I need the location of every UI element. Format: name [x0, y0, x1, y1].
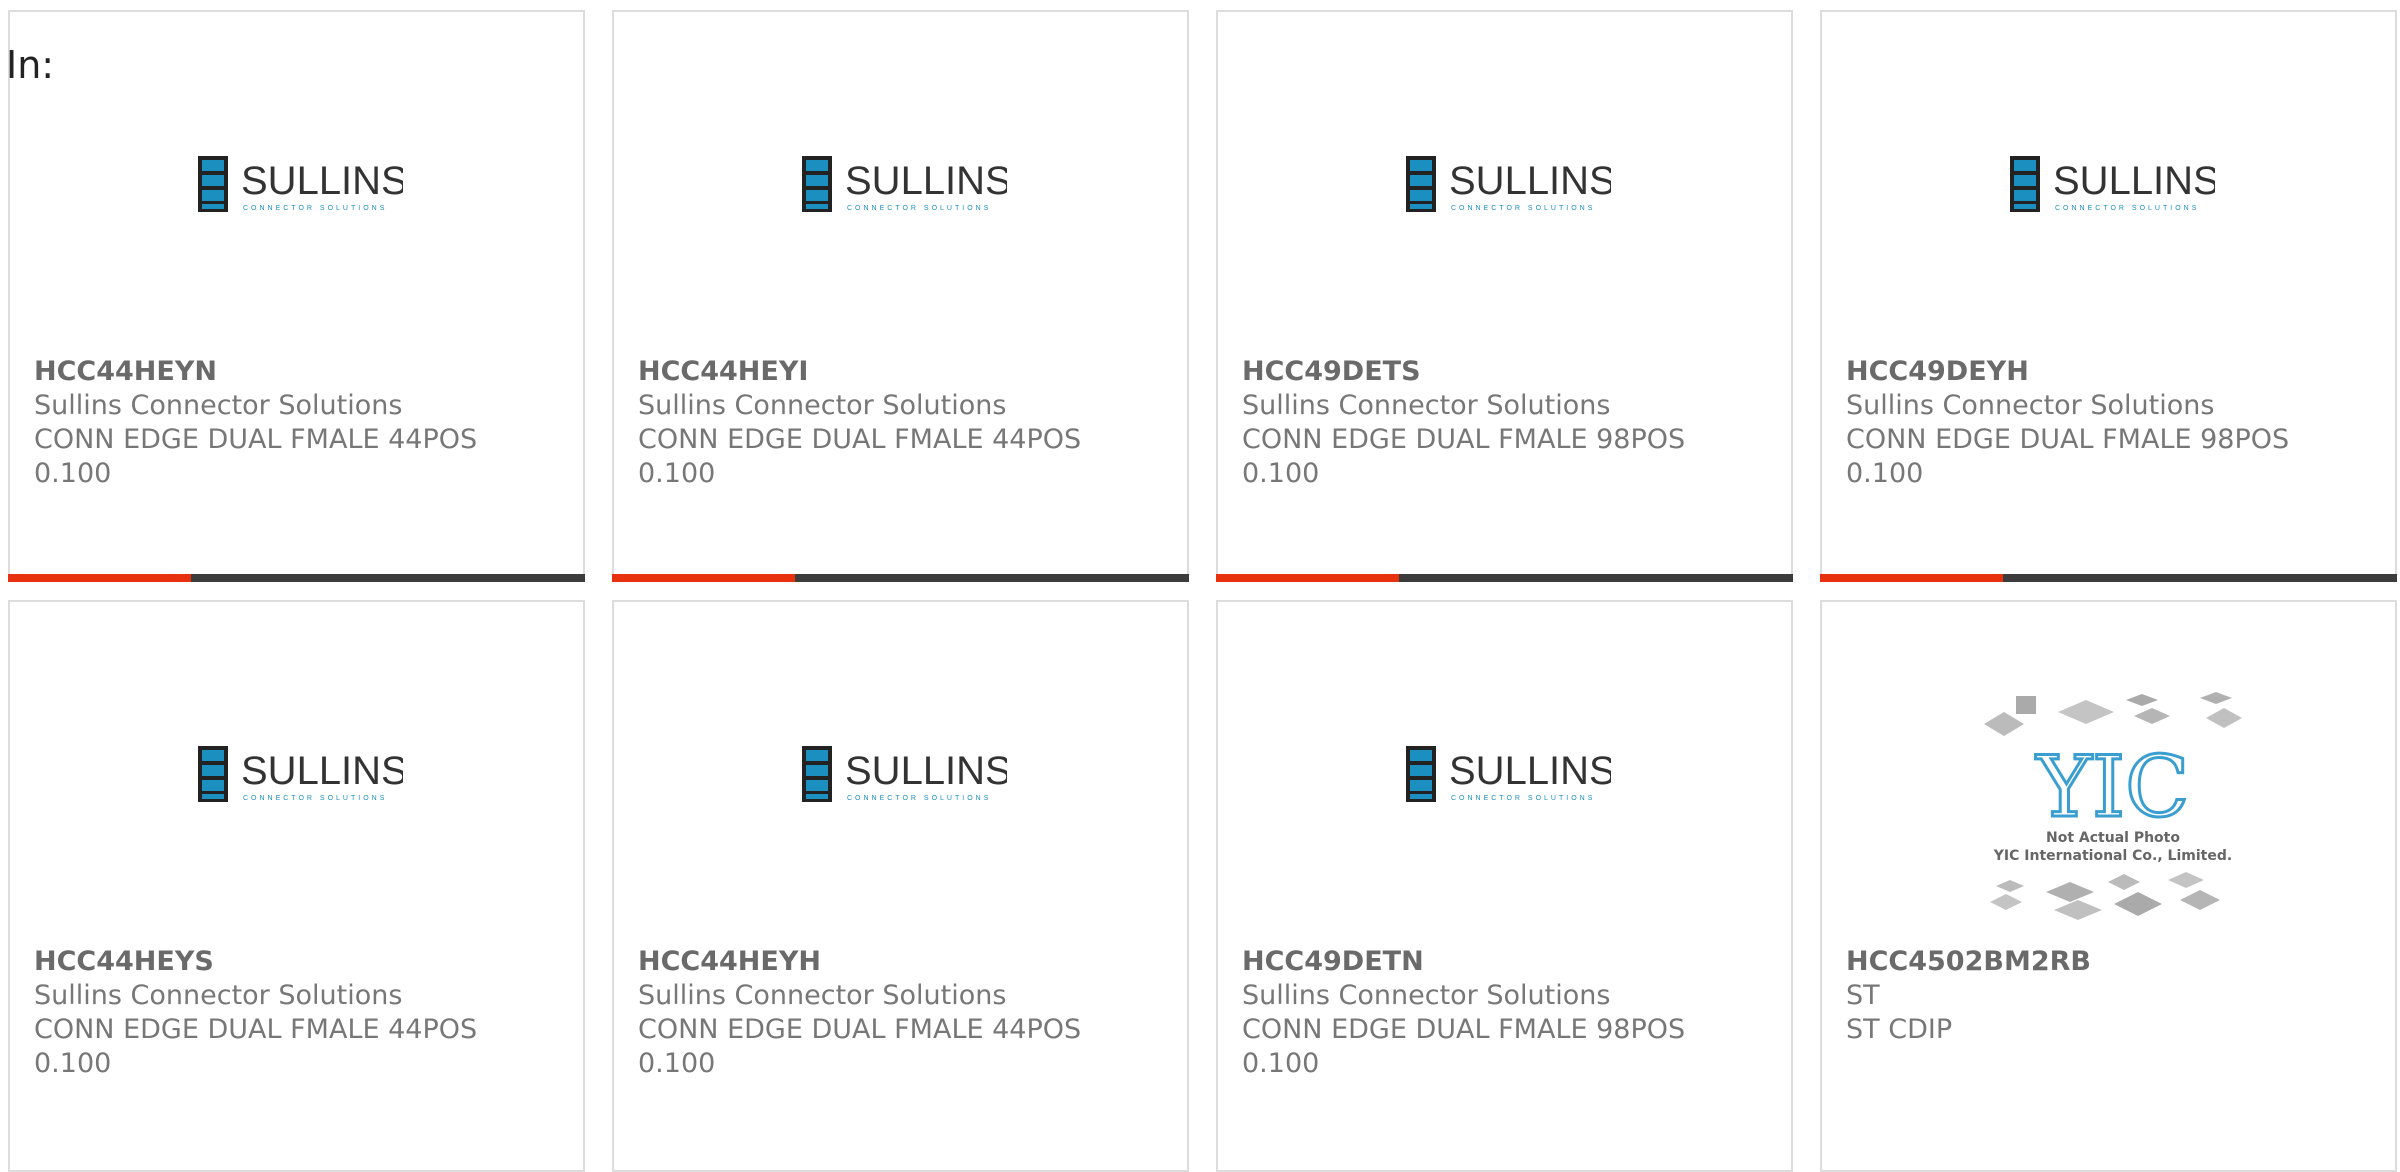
product-card[interactable]: SULLINS CONNECTOR SOLUTIONS HCC44HEYS Su… — [8, 600, 585, 1172]
manufacturer: Sullins Connector Solutions — [638, 980, 1007, 1011]
product-card[interactable]: SULLINS CONNECTOR SOLUTIONS HCC49DETN Su… — [1216, 600, 1793, 1172]
card-bar — [1216, 574, 1793, 582]
manufacturer: Sullins Connector Solutions — [34, 390, 403, 421]
part-number[interactable]: HCC49DETS — [1242, 355, 1775, 389]
product-card[interactable]: SULLINS CONNECTOR SOLUTIONS HCC49DETS Su… — [1216, 10, 1793, 582]
description: 0.100 — [34, 1048, 112, 1079]
sullins-logo: SULLINS CONNECTOR SOLUTIONS — [802, 746, 1007, 802]
svg-text:SULLINS: SULLINS — [845, 159, 1007, 203]
svg-text:CONNECTOR SOLUTIONS: CONNECTOR SOLUTIONS — [243, 205, 387, 212]
svg-text:SULLINS: SULLINS — [2053, 159, 2215, 203]
svg-text:YIC International Co., Limited: YIC International Co., Limited. — [1993, 848, 2232, 864]
description: 0.100 — [34, 458, 112, 489]
manufacturer: Sullins Connector Solutions — [1242, 980, 1611, 1011]
svg-text:SULLINS: SULLINS — [241, 159, 403, 203]
svg-text:CONNECTOR SOLUTIONS: CONNECTOR SOLUTIONS — [2055, 205, 2199, 212]
svg-text:CONNECTOR SOLUTIONS: CONNECTOR SOLUTIONS — [1451, 205, 1595, 212]
product-card[interactable]: SULLINS CONNECTOR SOLUTIONS HCC44HEYN Su… — [8, 10, 585, 582]
svg-text:CONNECTOR SOLUTIONS: CONNECTOR SOLUTIONS — [1451, 795, 1595, 802]
yic-placeholder-image: YIC Not Actual Photo YIC International C… — [1984, 692, 2242, 920]
card-bar-accent — [612, 574, 795, 582]
product-card[interactable]: SULLINS CONNECTOR SOLUTIONS HCC44HEYH Su… — [612, 600, 1189, 1172]
svg-text:SULLINS: SULLINS — [241, 749, 403, 793]
description: 0.100 — [638, 1048, 716, 1079]
description: CONN EDGE DUAL FMALE 44POS — [34, 424, 478, 455]
description: 0.100 — [1846, 458, 1924, 489]
description: CONN EDGE DUAL FMALE 44POS — [638, 424, 1082, 455]
sullins-logo: SULLINS CONNECTOR SOLUTIONS — [1406, 156, 1611, 212]
svg-text:CONNECTOR SOLUTIONS: CONNECTOR SOLUTIONS — [847, 205, 991, 212]
svg-text:SULLINS: SULLINS — [1449, 749, 1611, 793]
part-number[interactable]: HCC44HEYN — [34, 355, 567, 389]
manufacturer: Sullins Connector Solutions — [34, 980, 403, 1011]
svg-text:CONNECTOR SOLUTIONS: CONNECTOR SOLUTIONS — [847, 795, 991, 802]
card-bar — [8, 574, 585, 582]
description: CONN EDGE DUAL FMALE 98POS — [1242, 424, 1686, 455]
card-bar-accent — [1820, 574, 2003, 582]
manufacturer: Sullins Connector Solutions — [1242, 390, 1611, 421]
svg-text:CONNECTOR SOLUTIONS: CONNECTOR SOLUTIONS — [243, 795, 387, 802]
product-card[interactable]: SULLINS CONNECTOR SOLUTIONS HCC44HEYI Su… — [612, 10, 1189, 582]
product-card[interactable]: YIC Not Actual Photo YIC International C… — [1820, 600, 2397, 1172]
card-bar — [1820, 574, 2397, 582]
svg-text:SULLINS: SULLINS — [1449, 159, 1611, 203]
card-bar-accent — [8, 574, 191, 582]
svg-text:Not Actual Photo: Not Actual Photo — [2046, 830, 2180, 846]
manufacturer: Sullins Connector Solutions — [1846, 390, 2215, 421]
in-label: In: — [6, 43, 55, 87]
description: ST CDIP — [1846, 1014, 1953, 1045]
description: CONN EDGE DUAL FMALE 98POS — [1242, 1014, 1686, 1045]
description: CONN EDGE DUAL FMALE 98POS — [1846, 424, 2290, 455]
manufacturer: Sullins Connector Solutions — [638, 390, 1007, 421]
svg-text:YIC: YIC — [2036, 738, 2190, 836]
description: 0.100 — [1242, 1048, 1320, 1079]
part-number[interactable]: HCC44HEYS — [34, 945, 567, 979]
sullins-logo: SULLINS CONNECTOR SOLUTIONS — [802, 156, 1007, 212]
description: 0.100 — [638, 458, 716, 489]
sullins-logo: SULLINS CONNECTOR SOLUTIONS — [198, 746, 403, 802]
sullins-logo: SULLINS CONNECTOR SOLUTIONS — [198, 156, 403, 212]
svg-text:SULLINS: SULLINS — [845, 749, 1007, 793]
part-number[interactable]: HCC44HEYI — [638, 355, 1171, 389]
part-number[interactable]: HCC49DETN — [1242, 945, 1775, 979]
card-bar — [612, 574, 1189, 582]
card-bar-accent — [1216, 574, 1399, 582]
sullins-logo: SULLINS CONNECTOR SOLUTIONS — [2010, 156, 2215, 212]
description: CONN EDGE DUAL FMALE 44POS — [34, 1014, 478, 1045]
description: 0.100 — [1242, 458, 1320, 489]
part-number[interactable]: HCC4502BM2RB — [1846, 945, 2379, 979]
manufacturer: ST — [1846, 980, 1880, 1011]
part-number[interactable]: HCC44HEYH — [638, 945, 1171, 979]
part-number[interactable]: HCC49DEYH — [1846, 355, 2379, 389]
product-card[interactable]: SULLINS CONNECTOR SOLUTIONS HCC49DEYH Su… — [1820, 10, 2397, 582]
description: CONN EDGE DUAL FMALE 44POS — [638, 1014, 1082, 1045]
sullins-logo: SULLINS CONNECTOR SOLUTIONS — [1406, 746, 1611, 802]
